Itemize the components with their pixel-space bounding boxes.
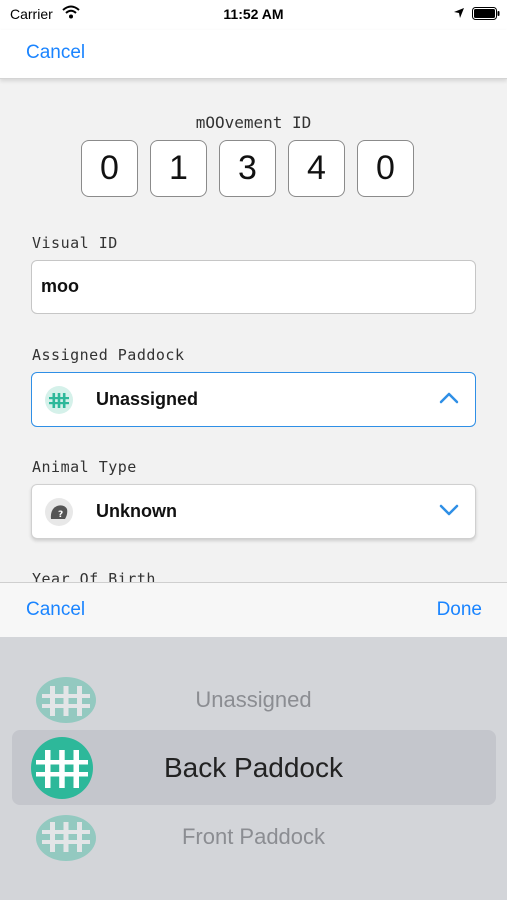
movement-id-digit[interactable]: 1 xyxy=(150,140,207,197)
clock: 11:52 AM xyxy=(223,6,284,22)
year-of-birth-label: Year Of Birth xyxy=(32,570,156,582)
fence-icon xyxy=(45,386,73,414)
navigation-bar: Cancel xyxy=(0,30,507,79)
animal-type-select[interactable]: ? Unknown xyxy=(31,484,476,539)
movement-id-digit[interactable]: 3 xyxy=(219,140,276,197)
assigned-paddock-value: Unassigned xyxy=(96,389,199,409)
visual-id-field[interactable]: moo xyxy=(31,260,476,314)
picker-option[interactable]: Front Paddock xyxy=(0,824,507,850)
svg-text:?: ? xyxy=(58,510,63,520)
picker-option-selected[interactable]: Back Paddock xyxy=(0,752,507,784)
picker-toolbar: Cancel Done xyxy=(0,582,507,638)
location-arrow-icon xyxy=(453,6,465,22)
unknown-animal-icon: ? xyxy=(45,498,73,526)
picker-cancel-button[interactable]: Cancel xyxy=(26,599,85,621)
battery-icon xyxy=(472,7,500,23)
movement-id-digits: 0 1 3 4 0 xyxy=(81,140,414,197)
movement-id-label: mOOvement ID xyxy=(195,113,312,132)
visual-id-label: Visual ID xyxy=(32,234,118,252)
picker-done-button[interactable]: Done xyxy=(437,599,482,621)
chevron-up-icon xyxy=(439,391,459,410)
movement-id-digit[interactable]: 0 xyxy=(81,140,138,197)
movement-id-digit[interactable]: 0 xyxy=(357,140,414,197)
animal-type-value: Unknown xyxy=(96,501,177,521)
movement-id-digit[interactable]: 4 xyxy=(288,140,345,197)
animal-type-label: Animal Type xyxy=(32,458,137,476)
status-bar: Carrier 11:52 AM xyxy=(0,0,507,30)
animal-form: mOOvement ID 0 1 3 4 0 Visual ID moo Ass… xyxy=(0,80,507,582)
chevron-down-icon xyxy=(439,503,459,522)
picker-option[interactable]: Unassigned xyxy=(0,687,507,713)
cancel-button[interactable]: Cancel xyxy=(26,42,85,64)
paddock-picker[interactable]: Unassigned Back Paddock Front Paddock xyxy=(0,637,507,900)
assigned-paddock-label: Assigned Paddock xyxy=(32,346,185,364)
assigned-paddock-select[interactable]: Unassigned xyxy=(31,372,476,427)
